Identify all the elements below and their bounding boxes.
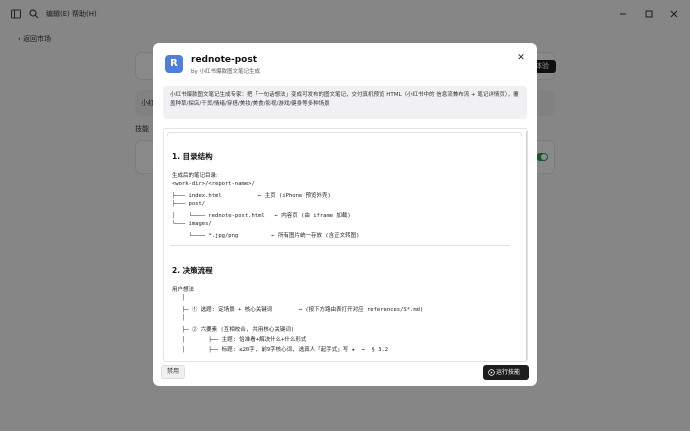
divider <box>170 245 510 246</box>
skill-detail-dialog: R rednote-post by 小红书爆款图文笔记生成 ✕ 小红书爆款图文笔… <box>153 43 537 386</box>
tree-line: ├─── index.html ← 主页 (iPhone 预览外壳) <box>172 193 331 199</box>
run-skill-button[interactable]: 运行技能 <box>483 365 529 380</box>
section-heading-structure: 1. 目录结构 <box>172 152 213 161</box>
flow-line: │ ├── 标题: ≤20字, 前9字核心词, 选真人「起手式」写 ★ → § … <box>172 347 389 353</box>
readme-top-frame <box>167 132 522 136</box>
tree-intro: 生成后的笔记目录: <box>172 173 218 179</box>
skill-avatar: R <box>165 55 183 73</box>
tree-line: ├─── post/ <box>172 201 206 207</box>
skill-readme-panel[interactable]: 1. 目录结构 生成后的笔记目录: <work-dir>/<report-nam… <box>163 128 528 362</box>
play-circle-icon <box>488 369 495 376</box>
tree-line: └─── images/ <box>172 221 212 227</box>
skill-description: 小红书爆款图文笔记生成专家：把「一句话想法」变成可发布的图文笔记，交付真机预览 … <box>163 86 527 119</box>
tree-line: │ └──── rednote-post.html ← 内容页 (由 ifram… <box>172 213 351 219</box>
dialog-subtitle: by 小红书爆款图文笔记生成 <box>191 69 260 75</box>
flow-line: ├─ ② 六要素 (互相校合, 共用核心关键词) <box>172 327 295 333</box>
disable-button[interactable]: 禁用 <box>161 365 185 379</box>
close-icon[interactable]: ✕ <box>516 53 526 63</box>
readme-scrollbar[interactable] <box>526 131 527 361</box>
flow-line: ├─ ① 选题: 定场景 + 核心关键词 → (按下方路由表打开对应 refer… <box>172 307 424 313</box>
flow-line: │ <box>172 315 186 321</box>
flow-intro: 用户想法 <box>172 287 195 293</box>
flow-line: │ <box>172 295 186 301</box>
tree-line: <work-dir>/<report-name>/ <box>172 181 255 187</box>
run-skill-label: 运行技能 <box>496 369 521 376</box>
section-heading-flow: 2. 决策流程 <box>172 266 213 275</box>
dialog-title: rednote-post <box>191 55 258 65</box>
tree-line: └──── *.jpg/png ← 所有图片统一存放 (含正文转图) <box>172 233 360 239</box>
flow-line: │ ├── 主题: 恰准看+解决什么+什么形式 <box>172 337 307 343</box>
